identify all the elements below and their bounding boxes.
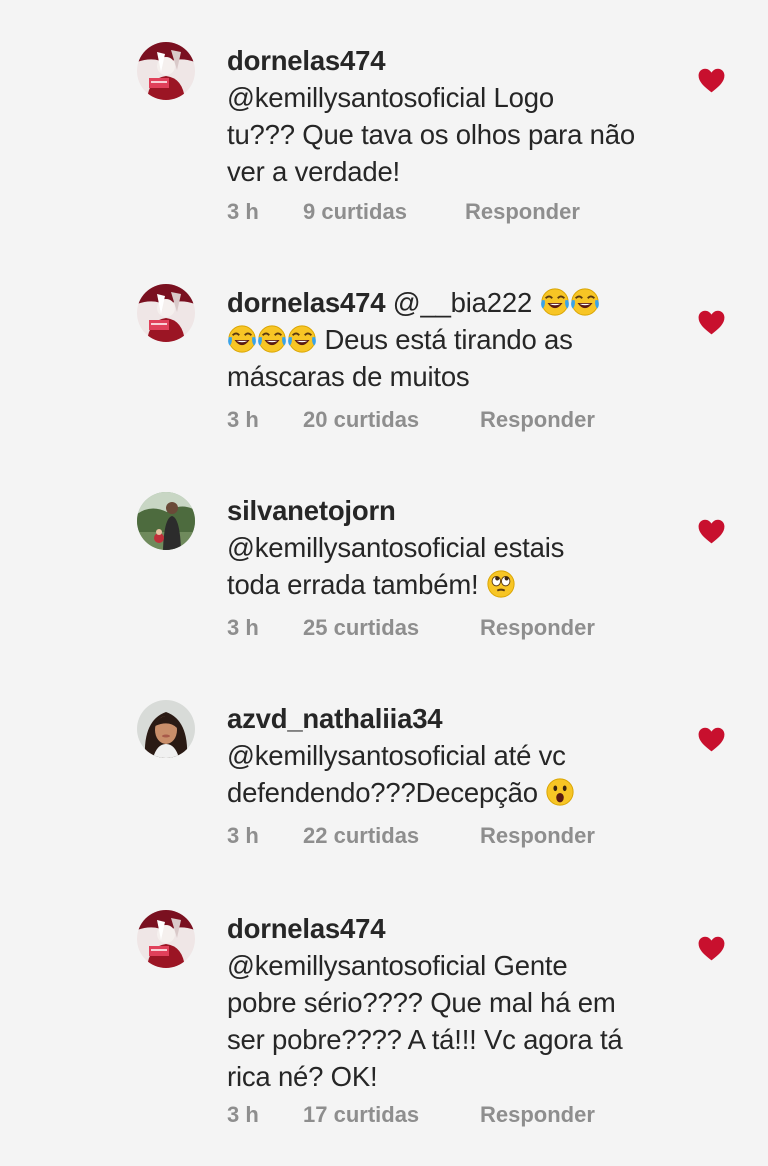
comment-time: 3 h	[227, 823, 259, 848]
comment-mention[interactable]: @kemillysantosoficial	[227, 532, 486, 563]
comment-content: silvanetojorn @kemillysantosoficial esta…	[227, 492, 667, 640]
comment-text: dornelas474 @kemillysantosoficial Gente …	[227, 910, 667, 1095]
comment-text: silvanetojorn @kemillysantosoficial esta…	[227, 492, 667, 603]
comment-content: dornelas474 @kemillysantosoficial Logo t…	[227, 42, 667, 224]
comment-username[interactable]: azvd_nathaliia34	[227, 700, 667, 737]
comment-time: 3 h	[227, 615, 259, 640]
comment-time: 3 h	[227, 407, 259, 432]
like-count[interactable]: 20 curtidas	[303, 405, 419, 435]
face-with-tears-of-joy-icon	[257, 324, 287, 354]
comment-body: ser pobre???? A tá!!! Vc agora tá	[227, 1024, 623, 1055]
comment-mention[interactable]: @kemillysantosoficial	[227, 82, 486, 113]
like-count[interactable]: 22 curtidas	[303, 821, 419, 851]
reply-button[interactable]: Responder	[480, 1100, 595, 1130]
comment-username[interactable]: dornelas474	[227, 910, 667, 947]
heart-liked-icon[interactable]	[698, 519, 725, 544]
reply-button[interactable]: Responder	[480, 613, 595, 643]
comment-body: até vc	[493, 740, 566, 771]
reply-button[interactable]: Responder	[480, 821, 595, 851]
comment-time: 3 h	[227, 199, 259, 224]
comment-body: Gente	[493, 950, 568, 981]
comment-body: Logo	[493, 82, 555, 113]
heart-liked-icon[interactable]	[698, 310, 725, 335]
comment-text: dornelas474 @kemillysantosoficial Logo t…	[227, 42, 667, 190]
profile-avatar-icon	[137, 910, 195, 968]
comment-username[interactable]: dornelas474	[227, 42, 667, 79]
face-with-tears-of-joy-icon	[287, 324, 317, 354]
comment-content: dornelas474 @__bia222 Deus está tirando …	[227, 284, 667, 432]
comment-body: estais	[493, 532, 565, 563]
like-count[interactable]: 17 curtidas	[303, 1100, 419, 1130]
avatar[interactable]	[137, 910, 195, 968]
comment-mention[interactable]: @__bia222	[393, 287, 532, 318]
comment-content: azvd_nathaliia34 @kemillysantosoficial a…	[227, 700, 667, 848]
face-with-tears-of-joy-icon	[227, 324, 257, 354]
reply-button[interactable]: Responder	[480, 405, 595, 435]
profile-avatar-icon	[137, 700, 195, 758]
avatar[interactable]	[137, 284, 195, 342]
comment-text: dornelas474 @__bia222 Deus está tirando …	[227, 284, 667, 395]
heart-liked-icon[interactable]	[698, 936, 725, 961]
reply-button[interactable]: Responder	[465, 197, 580, 227]
comment-content: dornelas474 @kemillysantosoficial Gente …	[227, 910, 667, 1127]
comment-body: máscaras de muitos	[227, 361, 470, 392]
comment-body: pobre sério???? Que mal há em	[227, 987, 616, 1018]
face-with-tears-of-joy-icon	[540, 287, 570, 317]
comment-time: 3 h	[227, 1102, 259, 1127]
comment-body: tu??? Que tava os olhos para não	[227, 119, 635, 150]
face-with-tears-of-joy-icon	[570, 287, 600, 317]
avatar[interactable]	[137, 700, 195, 758]
comment-body: defendendo???Decepção	[227, 777, 538, 808]
comment-mention[interactable]: @kemillysantosoficial	[227, 740, 486, 771]
comment-mention[interactable]: @kemillysantosoficial	[227, 950, 486, 981]
avatar[interactable]	[137, 42, 195, 100]
heart-liked-icon[interactable]	[698, 727, 725, 752]
comment-body: rica né? OK!	[227, 1061, 378, 1092]
comment-body: Deus está tirando as	[324, 324, 573, 355]
comment-text: azvd_nathaliia34 @kemillysantosoficial a…	[227, 700, 667, 811]
face-with-rolling-eyes-icon	[486, 569, 516, 599]
profile-avatar-icon	[137, 42, 195, 100]
comment-body: ver a verdade!	[227, 156, 400, 187]
profile-avatar-icon	[137, 492, 195, 550]
like-count[interactable]: 9 curtidas	[303, 197, 407, 227]
comment-username[interactable]: dornelas474	[227, 287, 386, 318]
profile-avatar-icon	[137, 284, 195, 342]
comment-username[interactable]: silvanetojorn	[227, 492, 667, 529]
heart-liked-icon[interactable]	[698, 68, 725, 93]
like-count[interactable]: 25 curtidas	[303, 613, 419, 643]
face-with-open-mouth-icon	[545, 777, 575, 807]
avatar[interactable]	[137, 492, 195, 550]
comment-body: toda errada também!	[227, 569, 479, 600]
